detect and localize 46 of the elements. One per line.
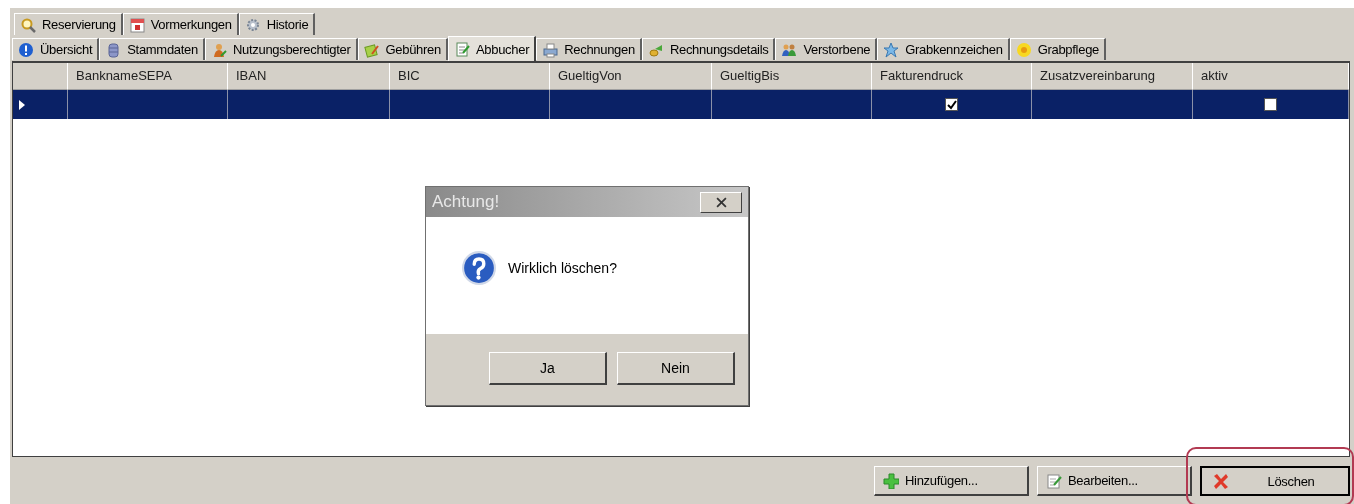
- column-header[interactable]: aktiv: [1193, 63, 1349, 90]
- dialog-button[interactable]: Ja: [489, 352, 607, 385]
- tab[interactable]: Verstorbene: [775, 38, 878, 60]
- tab[interactable]: Stammdaten: [99, 38, 205, 60]
- dialog-message: Wirklich löschen?: [508, 259, 617, 276]
- calendar-icon: [128, 16, 145, 33]
- tab[interactable]: Gebühren: [357, 38, 448, 60]
- close-icon: [715, 196, 727, 208]
- question-icon: [462, 250, 496, 285]
- column-header[interactable]: BIC: [390, 63, 550, 90]
- cross-icon: [1212, 473, 1228, 489]
- close-button[interactable]: [700, 191, 742, 213]
- printer-icon: [542, 41, 559, 58]
- notepad-icon: [1046, 472, 1062, 489]
- button[interactable]: Bearbeiten...: [1037, 466, 1192, 496]
- button[interactable]: Hinzufügen...: [874, 466, 1029, 496]
- tab[interactable]: Rechnungen: [536, 38, 642, 60]
- database-icon: [105, 41, 122, 58]
- tab[interactable]: Nutzungsberechtigter: [204, 38, 358, 60]
- notes-icon: [363, 41, 380, 58]
- tab[interactable]: Reservierung: [14, 13, 123, 35]
- info-icon: [18, 41, 34, 58]
- tab[interactable]: Grabpflege: [1009, 38, 1106, 60]
- column-header[interactable]: GueltigVon: [550, 63, 712, 90]
- column-header[interactable]: Zusatzvereinbarung: [1032, 63, 1193, 90]
- column-header[interactable]: BanknameSEPA: [68, 63, 228, 90]
- magnifier-icon: [20, 16, 36, 33]
- dialog-title: Achtung!: [432, 192, 500, 212]
- dialog-button[interactable]: Nein: [617, 352, 735, 385]
- button[interactable]: Löschen: [1200, 466, 1350, 496]
- checkbox[interactable]: [945, 98, 958, 111]
- column-header[interactable]: IBAN: [228, 63, 390, 90]
- tab[interactable]: Rechnungsdetails: [641, 38, 776, 60]
- plus-icon: [883, 472, 899, 489]
- tab[interactable]: Vormerkungen: [122, 13, 239, 35]
- gear-icon: [244, 16, 261, 33]
- tab[interactable]: Grabkennzeichen: [877, 38, 1010, 60]
- tab[interactable]: Übersicht: [12, 38, 100, 60]
- tab[interactable]: Abbucher: [447, 36, 537, 61]
- document-icon: [453, 41, 470, 57]
- checkbox[interactable]: [1264, 98, 1277, 111]
- star-icon: [883, 41, 900, 58]
- flower-icon: [1015, 41, 1032, 58]
- column-header[interactable]: GueltigBis: [712, 63, 872, 90]
- column-header[interactable]: Fakturendruck: [872, 63, 1032, 90]
- tab[interactable]: Historie: [238, 13, 316, 35]
